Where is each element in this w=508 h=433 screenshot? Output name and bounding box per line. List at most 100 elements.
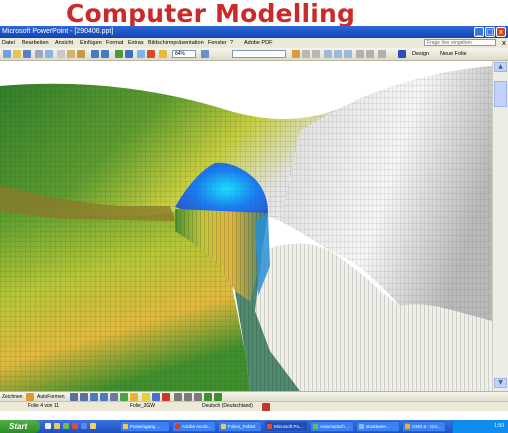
line-style-icon[interactable] bbox=[174, 393, 182, 401]
taskbar: Start Posteingang ... Adobe Acrob... Fol… bbox=[0, 420, 508, 433]
bullets-icon[interactable] bbox=[356, 50, 364, 58]
menu-help[interactable]: ? bbox=[230, 38, 233, 48]
taskbar-button[interactable]: Posteingang ... bbox=[120, 421, 170, 432]
acrobat-icon bbox=[175, 424, 180, 429]
close-button[interactable]: x bbox=[496, 27, 506, 37]
shadow-icon[interactable] bbox=[204, 393, 212, 401]
undo-icon[interactable] bbox=[91, 50, 99, 58]
system-tray: 1:50 bbox=[452, 420, 508, 433]
quicklaunch-folder-icon[interactable] bbox=[54, 423, 60, 429]
table-icon[interactable] bbox=[125, 50, 133, 58]
font-select[interactable] bbox=[232, 50, 286, 58]
menu-adobe-pdf[interactable]: Adobe PDF bbox=[244, 38, 272, 48]
status-language: Deutsch (Deutschland) bbox=[202, 403, 253, 409]
print-icon[interactable] bbox=[35, 50, 43, 58]
menu-bearbeiten[interactable]: Bearbeiten bbox=[22, 38, 49, 48]
drawing-icon[interactable] bbox=[159, 50, 167, 58]
font-color-draw-icon[interactable] bbox=[162, 393, 170, 401]
taskbar-button[interactable]: Folien_Feb04 bbox=[218, 421, 262, 432]
document-close-icon[interactable]: x bbox=[502, 38, 506, 48]
paste-icon[interactable] bbox=[77, 50, 85, 58]
help-icon[interactable] bbox=[201, 50, 209, 58]
quicklaunch-more-icon[interactable] bbox=[90, 423, 96, 429]
zoom-select[interactable]: 84% bbox=[172, 50, 196, 58]
dash-style-icon[interactable] bbox=[184, 393, 192, 401]
font-color-icon[interactable] bbox=[398, 50, 406, 58]
fill-color-icon[interactable] bbox=[142, 393, 150, 401]
menu-bildschirmpraesentation[interactable]: Bildschirmpräsentation bbox=[148, 38, 204, 48]
hyperlink-icon[interactable] bbox=[147, 50, 155, 58]
window-title: Microsoft PowerPoint - [290406.ppt] bbox=[2, 28, 114, 35]
terrain-model-image bbox=[0, 66, 492, 391]
scissors-icon[interactable] bbox=[57, 50, 65, 58]
window-titlebar[interactable]: Microsoft PowerPoint - [290406.ppt] _ □ … bbox=[0, 26, 508, 38]
columns-icon[interactable] bbox=[137, 50, 145, 58]
numbering-icon[interactable] bbox=[366, 50, 374, 58]
line-color-icon[interactable] bbox=[152, 393, 160, 401]
3d-icon[interactable] bbox=[214, 393, 222, 401]
menu-ansicht[interactable]: Ansicht bbox=[55, 38, 73, 48]
menu-extras[interactable]: Extras bbox=[128, 38, 144, 48]
taskbar-button[interactable]: strukturen... bbox=[356, 421, 400, 432]
banner: Computer Modelling bbox=[0, 0, 508, 28]
window-controls: _ □ x bbox=[474, 27, 506, 37]
mail-icon bbox=[123, 424, 128, 429]
help-search-input[interactable]: Frage hier eingeben bbox=[424, 39, 496, 46]
app-icon bbox=[313, 424, 318, 429]
align-center-icon[interactable] bbox=[334, 50, 342, 58]
new-slide-button[interactable]: Neue Folie bbox=[440, 48, 467, 60]
menu-format[interactable]: Format bbox=[106, 38, 123, 48]
scroll-down-icon[interactable]: ▼ bbox=[494, 378, 507, 388]
quicklaunch-extra-icon[interactable] bbox=[81, 423, 87, 429]
bold-icon[interactable] bbox=[292, 50, 300, 58]
maximize-button[interactable]: □ bbox=[485, 27, 495, 37]
spellcheck-icon[interactable] bbox=[262, 403, 270, 411]
folder-icon[interactable] bbox=[13, 50, 21, 58]
scroll-up-icon[interactable]: ▲ bbox=[494, 62, 507, 72]
font-size-icon[interactable] bbox=[378, 50, 386, 58]
banner-title: Computer Modelling bbox=[66, 0, 356, 28]
menu-datei[interactable]: Datei bbox=[2, 38, 15, 48]
status-slide-number: Folie 4 von 11 bbox=[28, 403, 60, 409]
powerpoint-icon bbox=[267, 424, 272, 429]
arrow-icon[interactable] bbox=[80, 393, 88, 401]
quicklaunch-ie-icon[interactable] bbox=[45, 423, 51, 429]
quicklaunch-desktop-icon[interactable] bbox=[63, 423, 69, 429]
line-icon[interactable] bbox=[70, 393, 78, 401]
slide-canvas[interactable] bbox=[0, 61, 492, 391]
redo-icon[interactable] bbox=[101, 50, 109, 58]
search-icon[interactable] bbox=[45, 50, 53, 58]
vertical-scrollbar[interactable]: ▲ ▼ bbox=[492, 61, 508, 391]
pointer-icon[interactable] bbox=[26, 393, 34, 401]
folder-icon bbox=[221, 424, 226, 429]
taskbar-button-active[interactable]: Microsoft Po... bbox=[264, 421, 308, 432]
italic-icon[interactable] bbox=[302, 50, 310, 58]
arrow-style-icon[interactable] bbox=[194, 393, 202, 401]
clipart-icon[interactable] bbox=[120, 393, 128, 401]
ellipse-icon[interactable] bbox=[100, 393, 108, 401]
underline-icon[interactable] bbox=[312, 50, 320, 58]
taskbar-button[interactable]: Automatisch ... bbox=[310, 421, 354, 432]
chart-icon[interactable] bbox=[115, 50, 123, 58]
start-button[interactable]: Start bbox=[0, 420, 40, 433]
image-icon[interactable] bbox=[130, 393, 138, 401]
menu-fenster[interactable]: Fenster bbox=[208, 38, 227, 48]
copy-icon[interactable] bbox=[67, 50, 75, 58]
status-template: Folie_3GW bbox=[130, 403, 156, 409]
disk-icon[interactable] bbox=[23, 50, 31, 58]
align-left-icon[interactable] bbox=[324, 50, 332, 58]
design-button[interactable]: Design bbox=[412, 48, 429, 60]
gms-icon bbox=[405, 424, 410, 429]
document-icon bbox=[359, 424, 364, 429]
standard-toolbar: 84% Design Neue Folie bbox=[0, 48, 508, 61]
textbox-icon[interactable] bbox=[110, 393, 118, 401]
align-right-icon[interactable] bbox=[344, 50, 352, 58]
quicklaunch-app-icon[interactable] bbox=[72, 423, 78, 429]
taskbar-button[interactable]: GMS 6 - Gro... bbox=[402, 421, 446, 432]
taskbar-button[interactable]: Adobe Acrob... bbox=[172, 421, 216, 432]
minimize-button[interactable]: _ bbox=[474, 27, 484, 37]
new-document-icon[interactable] bbox=[3, 50, 11, 58]
scroll-thumb[interactable] bbox=[494, 81, 507, 107]
rectangle-icon[interactable] bbox=[90, 393, 98, 401]
menu-einfuegen[interactable]: Einfügen bbox=[80, 38, 102, 48]
